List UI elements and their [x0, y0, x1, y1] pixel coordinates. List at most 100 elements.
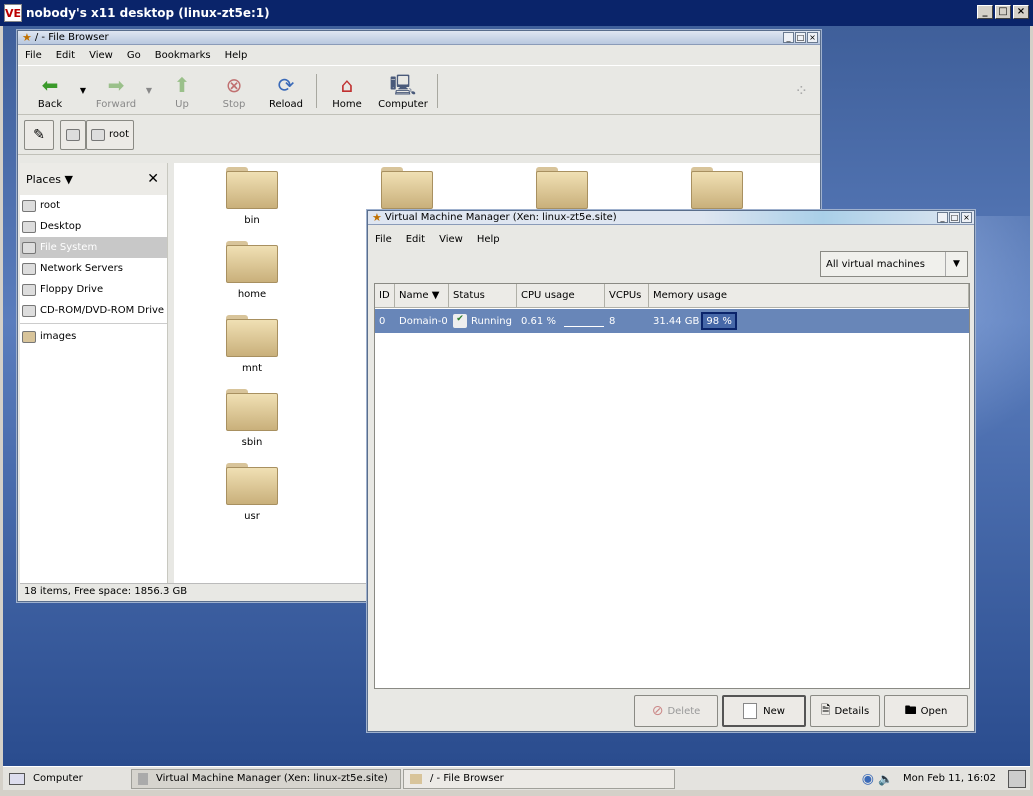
home-folder-icon — [91, 128, 105, 141]
folder-icon — [536, 167, 588, 209]
sidebar-divider — [20, 323, 167, 324]
reload-button[interactable]: ⟳ Reload — [260, 66, 312, 114]
col-header-memory-usage[interactable]: Memory usage — [649, 284, 969, 307]
details-icon: 🗎 — [820, 702, 831, 717]
vmm-button-bar: ⊘ Delete New 🗎 Details 🖿 Open — [634, 695, 968, 727]
stop-icon: ⊗ — [225, 73, 243, 97]
file-browser-title: / - File Browser — [34, 32, 109, 43]
minimize-button[interactable]: _ — [977, 5, 993, 19]
vmm-menu-help[interactable]: Help — [470, 234, 507, 245]
folder-partial[interactable] — [367, 167, 447, 215]
fb-menu-edit[interactable]: Edit — [49, 50, 82, 61]
folder-usr[interactable]: usr — [212, 463, 292, 522]
stop-button[interactable]: ⊗ Stop — [208, 66, 260, 114]
vnc-title-bar: VE nobody's x11 desktop (linux-zt5e:1) _… — [0, 0, 1033, 26]
details-button[interactable]: 🗎 Details — [810, 695, 880, 727]
sidebar-item-root[interactable]: root — [20, 195, 167, 216]
vmm-maximize-button[interactable]: □ — [949, 212, 960, 223]
up-button[interactable]: ⬆ Up — [156, 66, 208, 114]
places-sidebar: Places ▼ ✕ root Desktop File System Netw… — [20, 163, 168, 583]
folder-icon — [381, 167, 433, 209]
folder-sbin[interactable]: sbin — [212, 389, 292, 448]
back-history-dropdown[interactable]: ▼ — [76, 66, 90, 114]
fb-menubar: File Edit View Go Bookmarks Help — [18, 45, 820, 65]
folder-bin[interactable]: bin — [212, 167, 292, 226]
folder-partial[interactable] — [677, 167, 757, 215]
computer-menu-button[interactable]: Computer — [3, 772, 129, 785]
close-sidebar-icon[interactable]: ✕ — [147, 171, 159, 187]
delete-button[interactable]: ⊘ Delete — [634, 695, 718, 727]
fb-close-button[interactable]: × — [807, 32, 818, 43]
computer-icon — [9, 772, 25, 785]
forward-arrow-icon: ➡ — [107, 73, 125, 97]
volume-icon[interactable]: 🔈 — [878, 772, 893, 786]
close-button[interactable]: × — [1013, 5, 1029, 19]
up-arrow-icon: ⬆ — [173, 73, 191, 97]
vmm-menu-edit[interactable]: Edit — [399, 234, 432, 245]
toolbar-separator — [316, 74, 317, 108]
vmm-minimize-button[interactable]: _ — [937, 212, 948, 223]
sidebar-item-floppy-drive[interactable]: Floppy Drive — [20, 279, 167, 300]
vm-id: 0 — [379, 315, 386, 327]
folder-icon — [226, 241, 278, 283]
forward-button[interactable]: ➡ Forward — [90, 66, 142, 114]
task-file-browser[interactable]: / - File Browser — [403, 768, 675, 789]
home-icon: ⌂ — [340, 73, 354, 97]
vnc-logo-icon: VE — [4, 4, 22, 22]
col-header-id[interactable]: ID — [375, 284, 395, 307]
file-browser-title-bar[interactable]: ★ / - File Browser _ □ × — [18, 31, 820, 45]
path-root-button[interactable]: root — [86, 119, 135, 150]
col-header-status[interactable]: Status — [449, 284, 517, 307]
vm-filter-select[interactable]: All virtual machines ▼ — [820, 251, 968, 277]
fb-menu-file[interactable]: File — [18, 50, 49, 61]
col-header-cpu-usage[interactable]: CPU usage — [517, 284, 605, 307]
fb-menu-bookmarks[interactable]: Bookmarks — [148, 50, 218, 61]
show-desktop-icon[interactable] — [1008, 769, 1026, 788]
fb-menu-view[interactable]: View — [82, 50, 120, 61]
toolbar-separator — [437, 74, 438, 108]
clock[interactable]: Mon Feb 11, 16:02 — [903, 773, 996, 784]
vmm-title: Virtual Machine Manager (Xen: linux-zt5e… — [384, 212, 617, 223]
folder-home[interactable]: home — [212, 241, 292, 300]
col-header-vcpus[interactable]: VCPUs — [605, 284, 649, 307]
open-button[interactable]: 🖿 Open — [884, 695, 968, 727]
vmm-menu-file[interactable]: File — [368, 234, 399, 245]
places-header: Places ▼ ✕ — [20, 163, 167, 195]
vmm-menu-view[interactable]: View — [432, 234, 470, 245]
vmm-close-button[interactable]: × — [961, 212, 972, 223]
sidebar-item-network-servers[interactable]: Network Servers — [20, 258, 167, 279]
task-vmm[interactable]: Virtual Machine Manager (Xen: linux-zt5e… — [131, 768, 401, 789]
sidebar-item-images[interactable]: images — [20, 326, 167, 347]
fb-maximize-button[interactable]: □ — [795, 32, 806, 43]
folder-icon — [226, 315, 278, 357]
memory-usage-bar: 98 % — [701, 312, 737, 330]
vm-list-table: ID Name ▼ Status CPU usage VCPUs Memory … — [374, 283, 970, 689]
new-button[interactable]: New — [722, 695, 806, 727]
sidebar-item-file-system[interactable]: File System — [20, 237, 167, 258]
fb-menu-help[interactable]: Help — [218, 50, 255, 61]
path-filesystem-button[interactable] — [60, 119, 86, 150]
vmm-title-bar[interactable]: ★ Virtual Machine Manager (Xen: linux-zt… — [368, 211, 974, 225]
system-tray: ◉ 🔈 Mon Feb 11, 16:02 — [862, 769, 1030, 788]
desktop-icon — [22, 220, 36, 233]
folder-partial[interactable] — [522, 167, 602, 215]
maximize-button[interactable]: □ — [995, 5, 1011, 19]
places-dropdown[interactable]: Places ▼ — [26, 173, 73, 186]
network-status-icon[interactable]: ◉ — [862, 771, 874, 787]
fb-menu-go[interactable]: Go — [120, 50, 148, 61]
pencil-icon: ✎ — [33, 126, 45, 143]
computer-icon: 🖳 — [389, 73, 417, 97]
sidebar-item-cdrom-drive[interactable]: CD-ROM/DVD-ROM Drive — [20, 300, 167, 321]
folder-icon — [22, 330, 36, 343]
forward-history-dropdown[interactable]: ▼ — [142, 66, 156, 114]
home-button[interactable]: ⌂ Home — [321, 66, 373, 114]
back-button[interactable]: ⬅ Back — [24, 66, 76, 114]
fb-minimize-button[interactable]: _ — [783, 32, 794, 43]
col-header-name[interactable]: Name ▼ — [395, 284, 449, 307]
vmm-window: ★ Virtual Machine Manager (Xen: linux-zt… — [367, 210, 975, 732]
edit-location-button[interactable]: ✎ — [24, 119, 54, 150]
folder-mnt[interactable]: mnt — [212, 315, 292, 374]
table-row[interactable]: 0 Domain-0 ✔ Running 0.61 % 8 31.44 GB 9… — [375, 309, 969, 333]
sidebar-item-desktop[interactable]: Desktop — [20, 216, 167, 237]
computer-button[interactable]: 🖳 Computer — [373, 66, 433, 114]
